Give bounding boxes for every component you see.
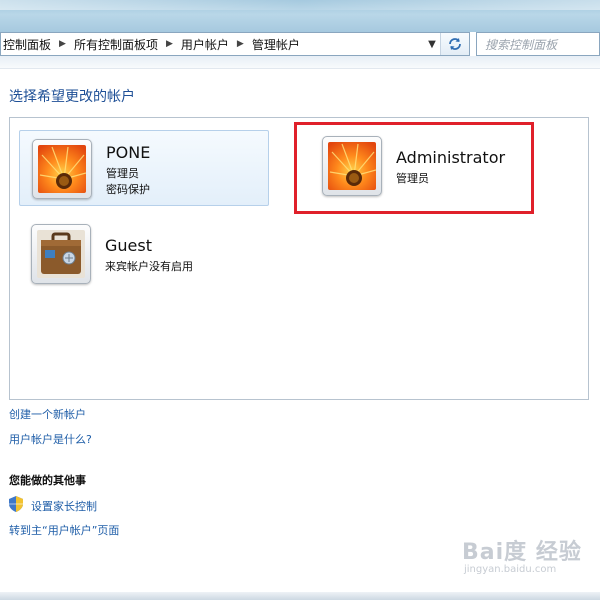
breadcrumb-item-user-accounts[interactable]: 用户帐户 [179,36,231,53]
watermark-url: jingyan.baidu.com [464,564,557,575]
orange-flower-picture [38,145,86,193]
breadcrumb-item-manage-accounts[interactable]: 管理帐户 [250,36,302,53]
baidu-logo: Bai度 经验 [462,540,582,565]
chevron-right-icon[interactable]: ▶ [160,39,179,49]
user-avatar [31,224,91,284]
search-input[interactable]: 搜索控制面板 [476,32,600,56]
chevron-down-icon[interactable]: ▼ [423,33,441,55]
account-password-status: 密码保护 [106,183,150,196]
account-status: 来宾帐户没有启用 [105,260,193,273]
shield-icon [9,496,23,512]
window-glass-frame [0,0,600,32]
account-name: PONE [106,143,151,162]
account-name: Guest [105,236,152,255]
account-tile-guest[interactable]: Guest 来宾帐户没有启用 [19,222,269,296]
chevron-right-icon[interactable]: ▶ [231,39,250,49]
accounts-panel: PONE 管理员 密码保护 Administrator 管理员 Guest 来宾… [9,117,589,400]
page-title: 选择希望更改的帐户 [9,89,135,105]
goto-main-user-accounts-link[interactable]: 转到主“用户帐户”页面 [9,522,119,538]
account-tile-administrator[interactable]: Administrator 管理员 [320,134,540,204]
account-type: 管理员 [106,167,139,180]
orange-flower-picture [328,142,376,190]
create-account-link[interactable]: 创建一个新帐户 [9,406,86,422]
account-tile-pone[interactable]: PONE 管理员 密码保护 [19,130,269,206]
refresh-button[interactable] [440,33,469,55]
suitcase-picture [37,230,85,278]
parental-controls-link[interactable]: 设置家长控制 [31,498,97,514]
user-avatar [322,136,382,196]
account-name: Administrator [396,148,506,167]
breadcrumb-item-all-items[interactable]: 所有控制面板项 [72,36,160,53]
baidu-watermark: Bai度 经验 jingyan.baidu.com [462,534,592,584]
what-is-account-link[interactable]: 用户帐户是什么? [9,431,92,447]
breadcrumb-item-control-panel[interactable]: 控制面板 [1,36,53,53]
window-bottom-frame [0,592,600,600]
toolbar-strip [0,56,600,69]
chevron-right-icon[interactable]: ▶ [53,39,72,49]
address-bar[interactable]: 控制面板 ▶ 所有控制面板项 ▶ 用户帐户 ▶ 管理帐户 ▼ [0,32,470,56]
user-avatar [32,139,92,199]
other-tasks-heading: 您能做的其他事 [9,474,86,487]
account-type: 管理员 [396,172,429,185]
refresh-icon [449,38,461,50]
